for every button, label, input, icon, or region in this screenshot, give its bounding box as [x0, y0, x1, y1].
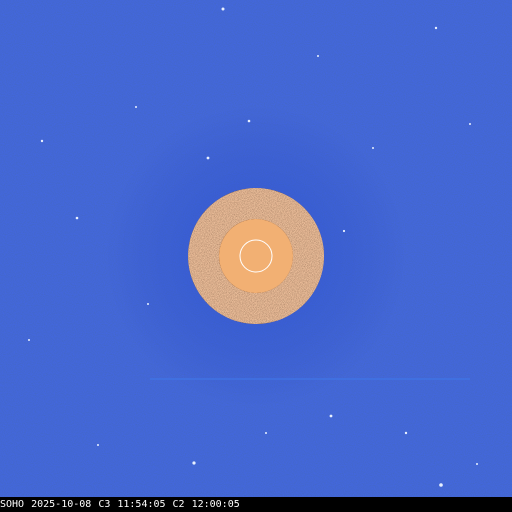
star: [40, 139, 44, 143]
star: [97, 444, 99, 446]
coronagraph-image: [0, 0, 512, 497]
star: [434, 26, 438, 30]
date-label: 2025-10-08: [31, 499, 92, 510]
star: [329, 414, 333, 418]
star: [342, 229, 346, 233]
star: [439, 483, 443, 487]
star: [206, 156, 210, 160]
streak: [150, 378, 470, 380]
star: [247, 119, 251, 123]
star: [221, 7, 225, 11]
star: [404, 431, 408, 435]
star: [317, 55, 319, 57]
c3-time: 11:54:05: [117, 499, 166, 510]
star: [476, 463, 478, 465]
star: [147, 303, 149, 305]
c2-label: C2: [172, 499, 185, 510]
c3-label: C3: [98, 499, 111, 510]
occulter-disk: [219, 219, 293, 293]
star: [28, 339, 30, 341]
caption-bar: SOHO 2025-10-08 C3 11:54:05 C2 12:00:05: [0, 497, 512, 512]
star: [75, 216, 79, 220]
c2-time: 12:00:05: [191, 499, 240, 510]
observatory-label: SOHO: [0, 499, 25, 510]
star: [469, 123, 471, 125]
star: [265, 432, 267, 434]
star: [135, 106, 137, 108]
star: [192, 461, 196, 465]
star: [372, 147, 374, 149]
